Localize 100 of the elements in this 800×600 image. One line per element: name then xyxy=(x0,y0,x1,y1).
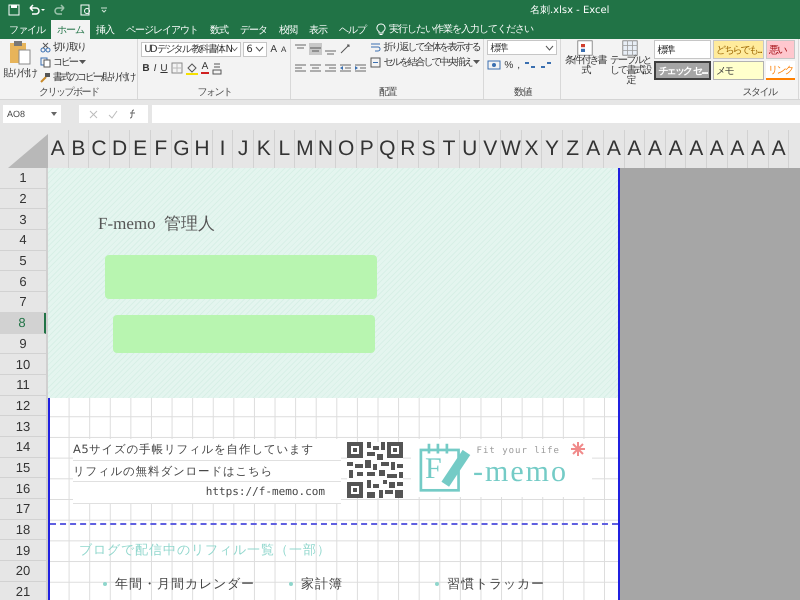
bold-button[interactable]: B xyxy=(141,62,151,74)
row-header[interactable]: 4 xyxy=(0,230,46,251)
ribbon-tab[interactable]: 校閲 xyxy=(273,20,303,39)
conditional-format-button[interactable]: 条件付き書式 xyxy=(564,40,606,76)
window-title: 名刺.xlsx - Excel xyxy=(530,4,610,17)
bullet-icon xyxy=(103,582,107,586)
align-left-icon[interactable] xyxy=(294,62,308,74)
qr-code-icon xyxy=(347,442,403,498)
row-header[interactable]: 21 xyxy=(0,582,46,600)
fill-color-icon[interactable] xyxy=(184,62,199,74)
ribbon-tab[interactable]: ホーム xyxy=(51,20,90,39)
list-item: 家計簿 xyxy=(301,576,343,593)
decrease-indent-icon[interactable] xyxy=(339,62,352,74)
print-preview-icon[interactable] xyxy=(80,4,92,16)
row-header[interactable]: 8 xyxy=(0,312,46,334)
font-color-button[interactable]: A xyxy=(200,62,210,74)
row-header[interactable]: 6 xyxy=(0,271,46,292)
row-header[interactable]: 9 xyxy=(0,334,46,354)
row-header[interactable]: 14 xyxy=(0,436,46,458)
format-painter-button[interactable]: 書式のコピー/貼り付け xyxy=(40,70,134,84)
cut-button[interactable]: 切り取り xyxy=(40,40,134,54)
row-header[interactable]: 13 xyxy=(0,416,46,437)
ribbon-tab[interactable]: 挿入 xyxy=(90,20,120,39)
group-label: スタイル xyxy=(742,87,777,98)
font-name-dropdown[interactable]: UD デジタル 教科書体 N xyxy=(141,42,242,56)
logo-tagline: Fit your life xyxy=(476,446,560,456)
row-header[interactable]: 12 xyxy=(0,396,46,416)
shrink-font-button[interactable]: A xyxy=(280,44,288,54)
cell-style-button[interactable]: 悪い xyxy=(766,40,795,59)
group-label: クリップボード xyxy=(38,87,98,98)
bullet-icon xyxy=(435,582,439,586)
cell-style-button[interactable]: メモ xyxy=(713,61,764,80)
card-title: F-memo 管理人 xyxy=(98,213,216,235)
cell-style-button[interactable]: 標準 xyxy=(654,40,712,59)
wrap-text-icon xyxy=(370,42,382,52)
chevron-down-icon xyxy=(545,44,554,50)
caret-icon xyxy=(79,60,86,64)
formula-input[interactable] xyxy=(152,105,800,123)
chevron-down-icon xyxy=(231,46,238,52)
row-header[interactable]: 5 xyxy=(0,250,46,272)
customize-caret-icon[interactable] xyxy=(100,6,108,14)
cell-style-button[interactable]: どちらでも... xyxy=(713,40,764,59)
logo-letter: F xyxy=(425,453,442,485)
merge-center-button[interactable]: セルを結合して中央揃え xyxy=(370,55,480,69)
ribbon-tab[interactable]: ファイル xyxy=(3,20,51,39)
ribbon-tab[interactable]: ヘルプ xyxy=(333,20,372,39)
group-label: 数値 xyxy=(514,87,531,98)
row-header[interactable]: 16 xyxy=(0,478,46,499)
align-center-icon[interactable] xyxy=(309,62,322,74)
merge-cells-icon xyxy=(370,56,382,68)
row-header[interactable]: 11 xyxy=(0,374,46,396)
row-header[interactable]: 2 xyxy=(0,188,46,210)
insert-function-icon[interactable] xyxy=(128,109,138,119)
row-header[interactable]: 15 xyxy=(0,458,46,478)
paste-button[interactable]: 貼り付け xyxy=(3,40,37,80)
caret-icon xyxy=(473,60,480,64)
ribbon-tab[interactable]: ページレイアウト xyxy=(120,20,204,39)
logo-wordmark: -memo xyxy=(473,456,568,488)
comma-button[interactable]: , xyxy=(516,60,522,70)
row-header[interactable]: 17 xyxy=(0,499,46,520)
number-format-dropdown[interactable]: 標準 xyxy=(487,40,558,55)
scissors-icon xyxy=(40,42,51,52)
chevron-down-icon xyxy=(255,46,264,52)
furigana-icon[interactable] xyxy=(211,62,224,74)
ribbon-tab[interactable]: 表示 xyxy=(303,20,333,39)
increase-decimal-icon[interactable] xyxy=(523,59,538,71)
info-text: A5サイズの手帳リフィルを自作しています xyxy=(73,439,341,461)
asterisk-icon xyxy=(570,441,586,457)
decrease-decimal-icon[interactable] xyxy=(539,59,554,71)
paintbrush-icon xyxy=(40,72,51,82)
copy-button[interactable]: コピー xyxy=(40,55,134,69)
lightbulb-icon xyxy=(376,23,386,36)
row-header[interactable]: 1 xyxy=(0,168,46,189)
currency-icon[interactable] xyxy=(487,59,502,71)
grow-font-button[interactable]: A xyxy=(269,44,278,54)
percent-button[interactable]: % xyxy=(503,60,514,70)
italic-button[interactable]: I xyxy=(152,62,158,74)
row-header[interactable]: 3 xyxy=(0,209,46,230)
format-as-table-button[interactable]: テーブルとして書式設定 xyxy=(609,40,652,86)
row-header[interactable]: 19 xyxy=(0,540,46,562)
copy-icon xyxy=(40,56,51,68)
ribbon-tab[interactable]: データ xyxy=(234,20,273,39)
save-icon[interactable] xyxy=(8,4,20,16)
row-header[interactable]: 10 xyxy=(0,354,46,375)
name-box[interactable]: AO8 xyxy=(3,105,61,123)
group-label: 配置 xyxy=(378,87,396,98)
ribbon-tab[interactable]: 数式 xyxy=(204,20,234,39)
align-middle-icon[interactable] xyxy=(309,43,322,55)
borders-icon[interactable] xyxy=(170,62,183,74)
bullet-icon xyxy=(289,582,293,586)
row-header[interactable]: 20 xyxy=(0,561,46,582)
font-size-dropdown[interactable]: 6 xyxy=(243,42,268,56)
wrap-text-button[interactable]: 折り返して全体を表示する xyxy=(370,40,480,54)
undo-icon[interactable] xyxy=(28,4,46,16)
group-label: フォント xyxy=(197,87,232,98)
underline-button[interactable]: U xyxy=(159,62,169,74)
list-item: 年間・月間カレンダー xyxy=(115,576,255,593)
increase-indent-icon[interactable] xyxy=(354,62,368,74)
row-header[interactable]: 18 xyxy=(0,520,46,540)
align-right-icon[interactable] xyxy=(324,62,338,74)
